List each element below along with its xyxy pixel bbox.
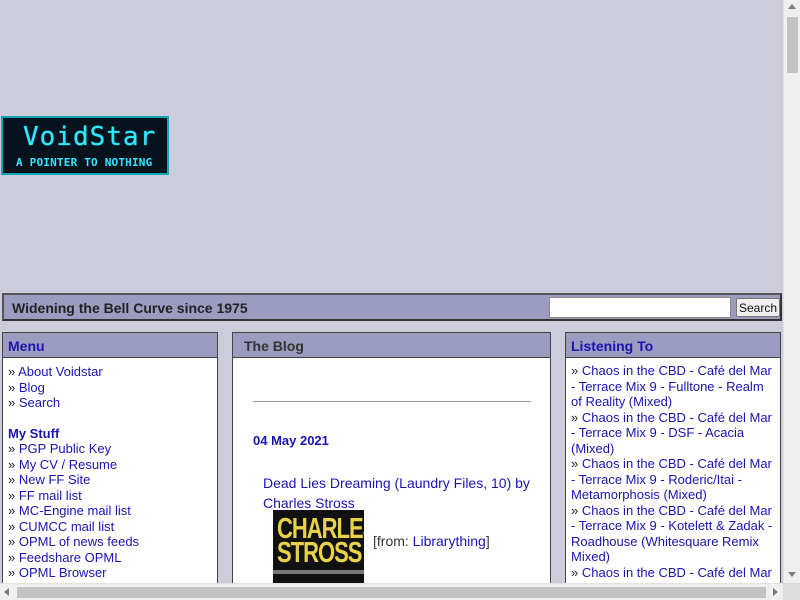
site-logo[interactable]: VoidStar A POINTER TO NOTHING xyxy=(1,116,169,175)
menu-item-pgp: » PGP Public Key xyxy=(8,441,112,456)
listening-list: » Chaos in the CBD - Café del Mar - Terr… xyxy=(566,358,780,585)
menu-item-ff-mail: » FF mail list xyxy=(8,487,82,503)
menu-link-ff-mail[interactable]: FF mail list xyxy=(19,488,82,503)
listening-track-link[interactable]: Chaos in the CBD - Café del Mar - Terrac… xyxy=(571,363,772,409)
menu-item-blog: » Blog xyxy=(8,379,45,395)
menu-item-cv: » My CV / Resume xyxy=(8,456,118,472)
menu-link-cumcc[interactable]: CUMCC mail list xyxy=(19,519,114,534)
blog-body: 04 May 2021 Dead Lies Dreaming (Laundry … xyxy=(233,358,550,599)
search-button[interactable]: Search xyxy=(736,298,780,317)
librarything-link[interactable]: Librarything xyxy=(413,533,486,549)
menu-list: » About Voidstar » Blog » Search My Stuf… xyxy=(3,358,217,587)
scroll-down-arrow-icon[interactable] xyxy=(788,572,796,577)
tagline-bar: Widening the Bell Curve since 1975 Searc… xyxy=(2,293,782,321)
menu-item-mc-engine: » MC-Engine mail list xyxy=(8,503,131,518)
listening-track-link[interactable]: Chaos in the CBD - Café del Mar - Terrac… xyxy=(571,456,772,502)
vertical-scroll-thumb[interactable] xyxy=(787,17,798,73)
blog-panel: The Blog 04 May 2021 Dead Lies Dreaming … xyxy=(232,332,551,600)
menu-item-about: » About Voidstar xyxy=(8,364,103,379)
listening-track-link[interactable]: Chaos in the CBD - Café del Mar - Terrac… xyxy=(571,410,772,456)
listening-track-link[interactable]: Chaos in the CBD - Café del Mar - Terrac… xyxy=(571,503,772,565)
menu-link-blog[interactable]: Blog xyxy=(19,380,45,395)
menu-item-cumcc: » CUMCC mail list xyxy=(8,518,115,534)
menu-item-opml-browser: » OPML Browser xyxy=(8,565,107,580)
search-input[interactable] xyxy=(549,297,731,318)
horizontal-scroll-thumb[interactable] xyxy=(17,587,766,598)
blog-post-title-link[interactable]: Dead Lies Dreaming (Laundry Files, 10) b… xyxy=(263,473,533,513)
book-cover-author-line2: STROSS xyxy=(277,536,362,569)
menu-item-new-ff: » New FF Site xyxy=(8,472,91,487)
blog-post-date: 04 May 2021 xyxy=(253,433,329,448)
listening-panel: Listening To » Chaos in the CBD - Café d… xyxy=(565,332,781,600)
horizontal-scrollbar[interactable] xyxy=(0,583,783,600)
menu-item-feedshare: » Feedshare OPML xyxy=(8,549,122,565)
menu-link-feedshare[interactable]: Feedshare OPML xyxy=(19,550,122,565)
scrollbar-corner xyxy=(783,583,800,600)
menu-link-about[interactable]: About Voidstar xyxy=(18,364,103,379)
listening-item: » Chaos in the CBD - Café del Mar - Terr… xyxy=(571,409,772,456)
listening-item: » Chaos in the CBD - Café del Mar - Terr… xyxy=(571,502,773,565)
scroll-up-arrow-icon[interactable] xyxy=(788,4,796,9)
blog-panel-title: The Blog xyxy=(233,333,550,358)
menu-item-opml-news: » OPML of news feeds xyxy=(8,534,140,549)
listening-item: » Chaos in the CBD - Café del Mar xyxy=(571,564,772,580)
menu-item-search: » Search xyxy=(8,395,61,410)
menu-link-opml-browser[interactable]: OPML Browser xyxy=(19,565,107,580)
menu-panel-title: Menu xyxy=(3,333,217,358)
logo-subtitle: A POINTER TO NOTHING xyxy=(16,156,153,169)
book-cover-band xyxy=(273,570,364,574)
menu-link-pgp[interactable]: PGP Public Key xyxy=(19,441,111,456)
menu-link-new-ff[interactable]: New FF Site xyxy=(19,472,91,487)
menu-link-opml-news[interactable]: OPML of news feeds xyxy=(19,534,139,549)
menu-link-cv[interactable]: My CV / Resume xyxy=(19,457,117,472)
scroll-right-arrow-icon[interactable] xyxy=(773,588,778,596)
listening-panel-title: Listening To xyxy=(566,333,780,358)
my-stuff-heading: My Stuff xyxy=(8,425,60,441)
menu-link-mc-engine[interactable]: MC-Engine mail list xyxy=(19,503,131,518)
blog-divider xyxy=(253,401,531,402)
site-tagline: Widening the Bell Curve since 1975 xyxy=(12,300,248,316)
vertical-scrollbar[interactable] xyxy=(783,0,800,583)
menu-panel: Menu » About Voidstar » Blog » Search My… xyxy=(2,332,218,600)
listening-item: » Chaos in the CBD - Café del Mar - Terr… xyxy=(571,456,772,502)
blog-source-line: [from: Librarything] xyxy=(373,533,490,549)
menu-link-search[interactable]: Search xyxy=(19,395,60,410)
scroll-left-arrow-icon[interactable] xyxy=(4,588,9,596)
logo-title: VoidStar xyxy=(23,122,157,152)
listening-item: » Chaos in the CBD - Café del Mar - Terr… xyxy=(571,363,772,409)
listening-track-link[interactable]: Chaos in the CBD - Café del Mar xyxy=(582,565,772,580)
